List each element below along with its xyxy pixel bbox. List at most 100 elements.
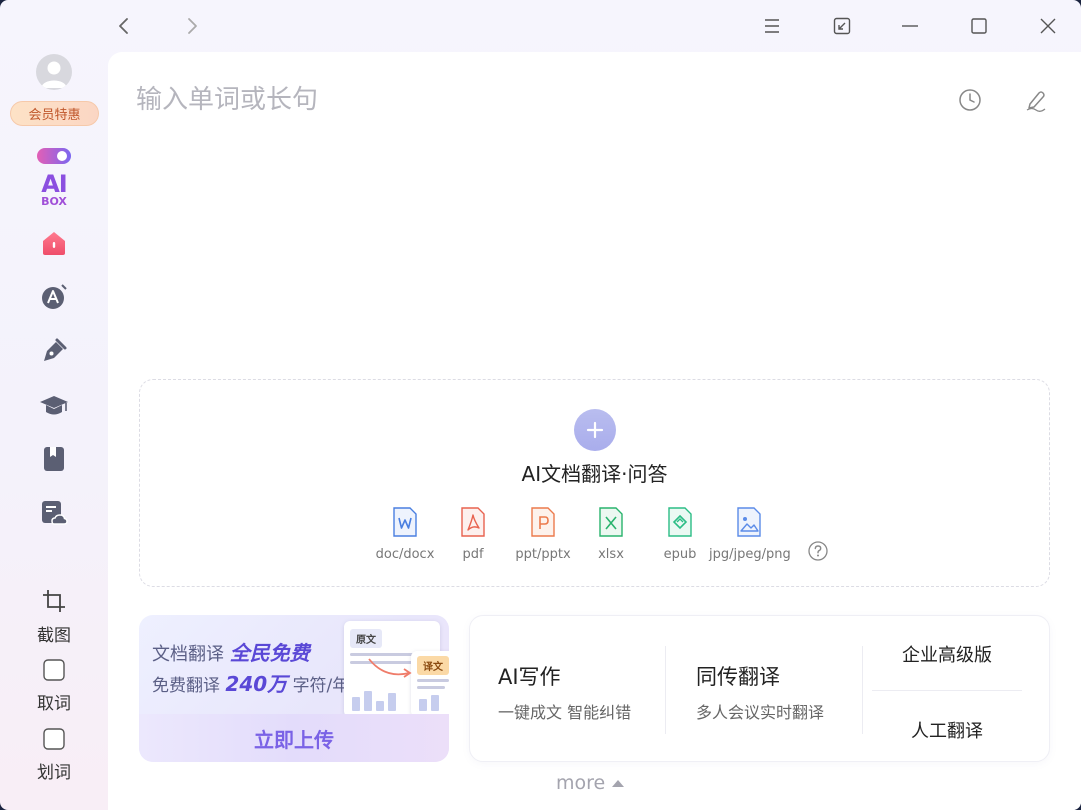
question-icon — [808, 541, 828, 561]
main-panel: AI文档翻译·问答 doc/docx pdf ppt/pptx xlsx epu… — [108, 52, 1081, 810]
doc-chart-bar — [419, 699, 427, 711]
file-type-label: pdf — [462, 547, 484, 562]
minimize-button[interactable] — [894, 10, 926, 42]
handwriting-button[interactable] — [1022, 86, 1050, 114]
bookmark-book-icon — [44, 447, 64, 471]
doc-chart-bar — [376, 701, 384, 711]
word-file-icon — [393, 507, 417, 537]
feature-subtitle: 一键成文 智能纠错 — [498, 703, 632, 722]
promo-text: 字符/年 — [292, 676, 350, 696]
promo-text: 文档翻译 — [152, 644, 224, 665]
doc-text-line — [417, 679, 449, 682]
chevron-left-icon — [119, 18, 128, 34]
file-type-help-button[interactable] — [808, 541, 828, 561]
document-cloud-icon — [42, 501, 68, 525]
dropzone-title: AI文档翻译·问答 — [521, 462, 668, 486]
document-dropzone[interactable]: AI文档翻译·问答 doc/docx pdf ppt/pptx xlsx epu… — [139, 379, 1050, 587]
mini-window-button[interactable] — [826, 10, 858, 42]
back-button[interactable] — [108, 10, 140, 42]
promo-line-2: 免费翻译 240万 字符/年 — [152, 668, 349, 697]
promo-text: 免费翻译 — [152, 676, 220, 696]
excel-file-icon — [599, 507, 623, 537]
forward-button[interactable] — [176, 10, 208, 42]
free-translation-promo[interactable]: 文档翻译 全民免费 免费翻译 240万 字符/年 原文 译文 立即上传 — [139, 615, 449, 762]
divider — [665, 646, 666, 734]
minimize-icon — [902, 25, 918, 27]
sidebar-item-wordbook[interactable] — [38, 443, 70, 475]
plus-icon — [586, 421, 604, 439]
triangle-up-icon — [612, 780, 625, 787]
translate-arrow-icon — [368, 658, 412, 678]
promo-line-1: 文档翻译 全民免费 — [152, 637, 310, 666]
screenshot-label: 截图 — [37, 626, 71, 646]
ai-writing-entry[interactable]: AI写作 一键成文 智能纠错 — [498, 661, 631, 723]
select-word-tool[interactable]: 划词 — [20, 728, 88, 783]
file-type-epub: epub — [640, 507, 720, 562]
close-icon — [1040, 18, 1056, 34]
sidebar-item-home[interactable] — [38, 227, 70, 259]
sidebar-item-documents[interactable] — [38, 497, 70, 529]
file-type-pdf: pdf — [433, 507, 513, 562]
select-word-label: 划词 — [37, 763, 71, 783]
maximize-icon — [971, 18, 987, 34]
more-button[interactable]: more — [556, 772, 625, 794]
promo-emphasis: 240万 — [225, 672, 288, 696]
file-type-xlsx: xlsx — [571, 507, 651, 562]
hamburger-icon — [765, 19, 779, 33]
ppt-file-icon — [531, 507, 555, 537]
vip-offer-badge[interactable]: 会员特惠 — [10, 101, 99, 126]
translate-a-icon — [42, 284, 67, 309]
file-type-label: xlsx — [598, 547, 624, 562]
enterprise-edition-link[interactable]: 企业高级版 — [862, 641, 1032, 667]
file-type-label: epub — [663, 547, 697, 562]
pick-word-tool[interactable]: 取词 — [20, 659, 88, 714]
add-document-button[interactable] — [574, 409, 616, 451]
sidebar-item-learning[interactable] — [38, 390, 70, 422]
chevron-right-icon — [188, 18, 197, 34]
doc-text-line — [417, 686, 445, 689]
upload-now-button[interactable]: 立即上传 — [139, 714, 449, 762]
feature-card: AI写作 一键成文 智能纠错 同传翻译 多人会议实时翻译 企业高级版 人工翻译 — [469, 615, 1050, 762]
promo-emphasis: 全民免费 — [229, 641, 310, 665]
pdf-file-icon — [461, 507, 485, 537]
divider — [872, 690, 1022, 691]
simultaneous-translation-entry[interactable]: 同传翻译 多人会议实时翻译 — [696, 661, 824, 723]
file-type-image: jpg/jpeg/png — [709, 507, 791, 562]
sidebar-item-translate[interactable] — [38, 281, 70, 313]
translated-doc-illustration: 译文 — [411, 651, 449, 717]
pen-icon — [44, 338, 67, 361]
home-icon — [43, 232, 65, 255]
image-file-icon — [737, 507, 761, 537]
sidebar-item-writing[interactable] — [38, 335, 70, 367]
user-icon — [41, 61, 67, 88]
human-translation-link[interactable]: 人工翻译 — [862, 717, 1032, 743]
compact-window-icon — [833, 17, 851, 35]
ai-box-logo-box: BOX — [41, 195, 67, 208]
translated-doc-tag: 译文 — [417, 656, 449, 675]
feature-subtitle: 多人会议实时翻译 — [696, 703, 825, 722]
app-window: 会员特惠 AI BOX 截图 取词 划词 输入单词或长句 AI文档翻译·问答 d… — [0, 0, 1081, 810]
history-button[interactable] — [956, 86, 984, 114]
doc-chart-bar — [431, 695, 439, 711]
more-label: more — [556, 772, 606, 794]
source-doc-tag: 原文 — [350, 629, 382, 648]
select-word-checkbox[interactable] — [43, 728, 65, 750]
pick-word-label: 取词 — [37, 694, 71, 714]
screenshot-tool[interactable]: 截图 — [20, 589, 88, 646]
avatar[interactable] — [36, 54, 72, 90]
close-button[interactable] — [1032, 10, 1064, 42]
clock-icon — [959, 89, 981, 111]
ai-box-toggle[interactable]: AI BOX — [37, 147, 71, 208]
crop-icon — [43, 590, 65, 612]
toggle-switch-icon — [37, 148, 71, 164]
menu-button[interactable] — [756, 10, 788, 42]
file-type-label: jpg/jpeg/png — [709, 547, 791, 562]
pick-word-checkbox[interactable] — [43, 659, 65, 681]
ai-box-logo-ai: AI — [41, 170, 68, 198]
search-input[interactable] — [136, 80, 896, 120]
pen-edit-icon — [1026, 91, 1046, 112]
doc-chart-bar — [388, 693, 396, 711]
maximize-button[interactable] — [963, 10, 995, 42]
doc-chart-bar — [352, 697, 360, 711]
graduation-cap-icon — [40, 396, 68, 415]
